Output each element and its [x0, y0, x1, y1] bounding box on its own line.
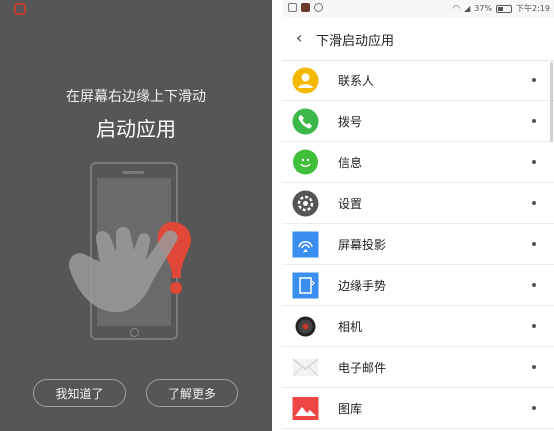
info-icon — [314, 3, 323, 12]
message-icon — [293, 149, 318, 175]
more-dot-icon[interactable] — [532, 119, 536, 123]
phone-icon — [292, 108, 319, 135]
more-dot-icon[interactable] — [532, 283, 536, 287]
app-name: 信息 — [338, 156, 363, 170]
contacts-icon — [292, 67, 319, 94]
more-dot-icon[interactable] — [532, 406, 536, 410]
battery-icon — [496, 4, 513, 13]
got-it-button[interactable]: 我知道了 — [33, 379, 126, 407]
app-name: 相机 — [338, 320, 363, 334]
more-dot-icon[interactable] — [532, 201, 536, 205]
hand-gesture-icon — [68, 222, 192, 313]
tutorial-instruction: 在屏幕右边缘上下滑动 — [66, 89, 206, 105]
list-item[interactable]: 相机 — [282, 306, 554, 347]
signal-icon: ◢ — [464, 4, 471, 13]
wifi-icon: ◠ — [452, 3, 461, 14]
more-dot-icon[interactable] — [532, 242, 536, 246]
app-notification-icon — [301, 3, 310, 12]
more-dot-icon[interactable] — [532, 365, 536, 369]
learn-more-button[interactable]: 了解更多 — [146, 379, 238, 407]
list-item[interactable]: 信息 — [282, 142, 554, 183]
app-name: 电子邮件 — [338, 361, 387, 375]
tutorial-title: 启动应用 — [96, 117, 176, 141]
app-name: 屏幕投影 — [338, 238, 387, 252]
more-dot-icon[interactable] — [532, 160, 536, 164]
tutorial-overlay: 在屏幕右边缘上下滑动 启动应用 我知道了 了解更多 — [0, 0, 272, 431]
clock: 下午2:19 — [516, 4, 550, 13]
edge-gesture-icon — [292, 272, 319, 299]
list-item[interactable]: 图库 — [282, 388, 554, 429]
list-item[interactable]: 设置 — [282, 183, 554, 224]
gallery-icon — [292, 397, 319, 420]
app-name: 联系人 — [338, 74, 375, 88]
list-item[interactable]: 电子邮件 — [282, 347, 554, 388]
more-dot-icon[interactable] — [532, 324, 536, 328]
list-item[interactable]: 拨号 — [282, 101, 554, 142]
status-bar: ◠ ◢ 37% 下午2:19 — [282, 0, 554, 17]
app-name: 图库 — [338, 402, 363, 416]
list-item[interactable]: 联系人 — [282, 60, 554, 101]
swipe-apps-screen: ◠ ◢ 37% 下午2:19 ‹ 下滑启动应用 联系人 拨号 信息 设置 屏幕投… — [282, 0, 554, 431]
screen-cast-icon — [292, 231, 319, 258]
list-item[interactable]: 边缘手势 — [282, 265, 554, 306]
gear-icon — [292, 190, 319, 217]
back-arrow-icon[interactable]: ‹ — [296, 28, 302, 47]
app-name: 设置 — [338, 197, 363, 211]
app-name: 边缘手势 — [338, 279, 387, 293]
battery-percent: 37% — [474, 4, 493, 13]
notification-icon — [288, 3, 297, 12]
title-bar: ‹ 下滑启动应用 — [282, 17, 554, 61]
app-name: 拨号 — [338, 115, 363, 129]
more-dot-icon[interactable] — [532, 78, 536, 82]
camera-icon — [295, 316, 316, 337]
scrollbar[interactable] — [550, 62, 553, 142]
email-icon — [292, 358, 319, 377]
app-icon — [14, 3, 26, 15]
list-item[interactable]: 屏幕投影 — [282, 224, 554, 265]
page-title: 下滑启动应用 — [316, 34, 395, 49]
app-list: 联系人 拨号 信息 设置 屏幕投影 边缘手势 相机 电子邮件 图库 — [282, 60, 554, 429]
